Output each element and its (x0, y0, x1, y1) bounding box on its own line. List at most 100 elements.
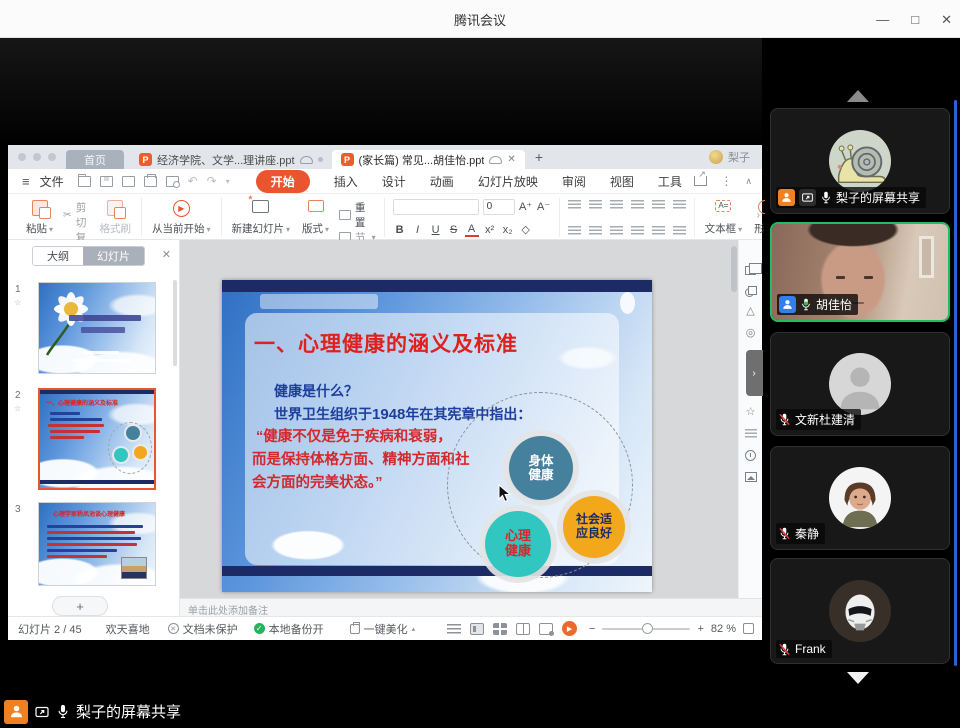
properties-tool-icon[interactable] (745, 429, 757, 439)
notes-view-icon[interactable] (447, 624, 461, 634)
format-painter-button[interactable]: 格式刷 (98, 199, 134, 237)
fullscreen-icon[interactable] (743, 623, 754, 634)
menu-file[interactable]: 文件 (40, 173, 64, 190)
pyramid-tool-icon[interactable]: △ (746, 306, 754, 317)
new-tab-button[interactable]: + (535, 149, 543, 165)
save-icon[interactable] (100, 176, 113, 187)
font-size-input[interactable] (483, 199, 515, 215)
redo-icon[interactable]: ↷ (207, 174, 217, 188)
subscript-button[interactable]: x₂ (501, 224, 515, 236)
superscript-button[interactable]: x² (483, 224, 497, 236)
selection-pane-icon[interactable] (745, 266, 756, 275)
menu-tab-animation[interactable]: 动画 (430, 173, 454, 190)
close-panel-icon[interactable]: ✕ (162, 248, 171, 261)
paste-button[interactable]: 粘贴▾ (24, 199, 55, 237)
slide-thumbnail-1[interactable] (38, 282, 156, 374)
theme-name[interactable]: 欢天喜地 (106, 621, 150, 637)
minimize-button[interactable]: — (876, 13, 889, 26)
text-direction-icon[interactable] (652, 200, 665, 210)
doc-protection-status[interactable]: ✕ 文档未保护 (168, 621, 238, 637)
layout-button[interactable]: 版式▾ (300, 199, 331, 237)
grow-font-button[interactable]: A⁺ (519, 200, 533, 213)
scroll-up-arrow-icon[interactable] (847, 90, 869, 102)
tab-slides[interactable]: 幻灯片 (83, 247, 144, 265)
normal-view-icon[interactable] (470, 623, 484, 635)
reset-button[interactable]: 重置 (339, 200, 376, 230)
add-slide-button[interactable]: + (52, 596, 108, 616)
rail-expand-tab[interactable]: › (746, 350, 763, 396)
menu-tab-insert[interactable]: 插入 (334, 173, 358, 190)
participant-tile-sharer[interactable]: 梨子的屏幕共享 (770, 108, 950, 214)
italic-button[interactable]: I (411, 224, 425, 236)
menu-tab-slideshow[interactable]: 幻灯片放映 (478, 173, 538, 190)
wps-doc-tab-2-active[interactable]: P (家长篇) 常见...胡佳怡.ppt ✕ (332, 150, 525, 169)
participant-tile-speaking[interactable]: 胡佳怡 (770, 222, 950, 322)
align-text-icon[interactable] (673, 200, 686, 210)
scroll-down-arrow-icon[interactable] (847, 672, 869, 684)
export-icon[interactable] (122, 176, 135, 187)
beautify-button[interactable]: 一键美化 ▴ (350, 621, 416, 637)
justify-icon[interactable] (631, 226, 644, 236)
reading-view-icon[interactable] (516, 623, 530, 635)
zoom-in-button[interactable]: + (697, 623, 703, 635)
close-tab-icon[interactable]: ✕ (507, 154, 515, 165)
menu-tab-design[interactable]: 设计 (382, 173, 406, 190)
panel-scrollbar[interactable] (173, 280, 177, 366)
menu-tab-tools[interactable]: 工具 (658, 173, 682, 190)
ribbon-expand-icon[interactable]: › (757, 210, 760, 221)
notes-bar[interactable]: 单击此处添加备注 (180, 598, 762, 616)
numbering-icon[interactable] (589, 200, 602, 210)
share-document-icon[interactable] (694, 176, 707, 186)
text-box-button[interactable]: A= 文本框▾ (703, 199, 745, 237)
zoom-percent[interactable]: 82 % (711, 623, 736, 635)
line-spacing-icon[interactable] (673, 226, 686, 236)
menu-tab-start[interactable]: 开始 (256, 170, 310, 193)
clear-format-button[interactable]: ◇ (519, 223, 533, 236)
wps-home-tab[interactable]: 首页 (66, 150, 124, 169)
play-from-current-button[interactable]: ▶ 从当前开始▾ (150, 199, 213, 237)
participant-tile[interactable]: 文新杜建清 (770, 332, 950, 436)
wps-doc-tab-1[interactable]: P 经济学院、文学...理讲座.ppt (130, 150, 332, 169)
strikethrough-button[interactable]: S (447, 224, 461, 236)
quick-access-dropdown-icon[interactable]: ▾ (226, 177, 230, 186)
effects-tool-icon[interactable]: ☆ (746, 407, 756, 418)
slide-sorter-view-icon[interactable] (493, 623, 507, 635)
stamp-tool-icon[interactable]: ◎ (746, 328, 756, 339)
menu-tab-review[interactable]: 审阅 (562, 173, 586, 190)
slide-thumbnail-3[interactable]: 心理学家杨凤池谈心理健康 (38, 502, 156, 586)
participant-tile[interactable]: Frank (770, 558, 950, 664)
font-name-input[interactable] (393, 199, 479, 215)
close-button[interactable]: ✕ (941, 13, 952, 26)
shapes-tool-icon[interactable] (745, 286, 757, 295)
indent-decrease-icon[interactable] (610, 200, 623, 210)
font-color-button[interactable]: A (465, 223, 479, 237)
bullets-icon[interactable] (568, 200, 581, 210)
new-slide-button[interactable]: 新建幻灯片▾ (230, 199, 293, 237)
underline-button[interactable]: U (429, 224, 443, 236)
align-center-icon[interactable] (589, 226, 602, 236)
align-right-icon[interactable] (610, 226, 623, 236)
undo-icon[interactable]: ↶ (188, 174, 198, 188)
sidebar-scrollbar[interactable] (954, 100, 957, 666)
zoom-slider[interactable] (602, 628, 690, 630)
tab-outline[interactable]: 大纲 (33, 247, 83, 265)
collapse-ribbon-icon[interactable]: ∧ (745, 176, 752, 187)
image-tool-icon[interactable] (745, 472, 757, 482)
slide-thumbnail-2-selected[interactable]: 一、心理健康的涵义及标准 (38, 388, 156, 490)
wps-account[interactable]: 梨子 (709, 149, 750, 165)
distribute-icon[interactable] (652, 226, 665, 236)
bold-button[interactable]: B (393, 224, 407, 236)
print-preview-icon[interactable] (166, 176, 179, 187)
zoom-out-button[interactable]: − (589, 623, 595, 635)
cut-button[interactable]: ✂剪切 (63, 200, 90, 230)
presenter-view-icon[interactable] (539, 623, 553, 635)
menu-tab-view[interactable]: 视图 (610, 173, 634, 190)
history-tool-icon[interactable] (745, 450, 756, 461)
open-icon[interactable] (78, 176, 91, 187)
zoom-slider-knob[interactable] (642, 623, 653, 634)
local-backup-status[interactable]: ✓ 本地备份开 (254, 621, 324, 637)
shrink-font-button[interactable]: A⁻ (537, 200, 551, 213)
slide-canvas[interactable]: 一、心理健康的涵义及标准 健康是什么？ 世界卫生组织于1948年在其宪章中指出：… (222, 280, 652, 592)
slide-area-scrollbar[interactable] (731, 246, 737, 292)
indent-increase-icon[interactable] (631, 200, 644, 210)
